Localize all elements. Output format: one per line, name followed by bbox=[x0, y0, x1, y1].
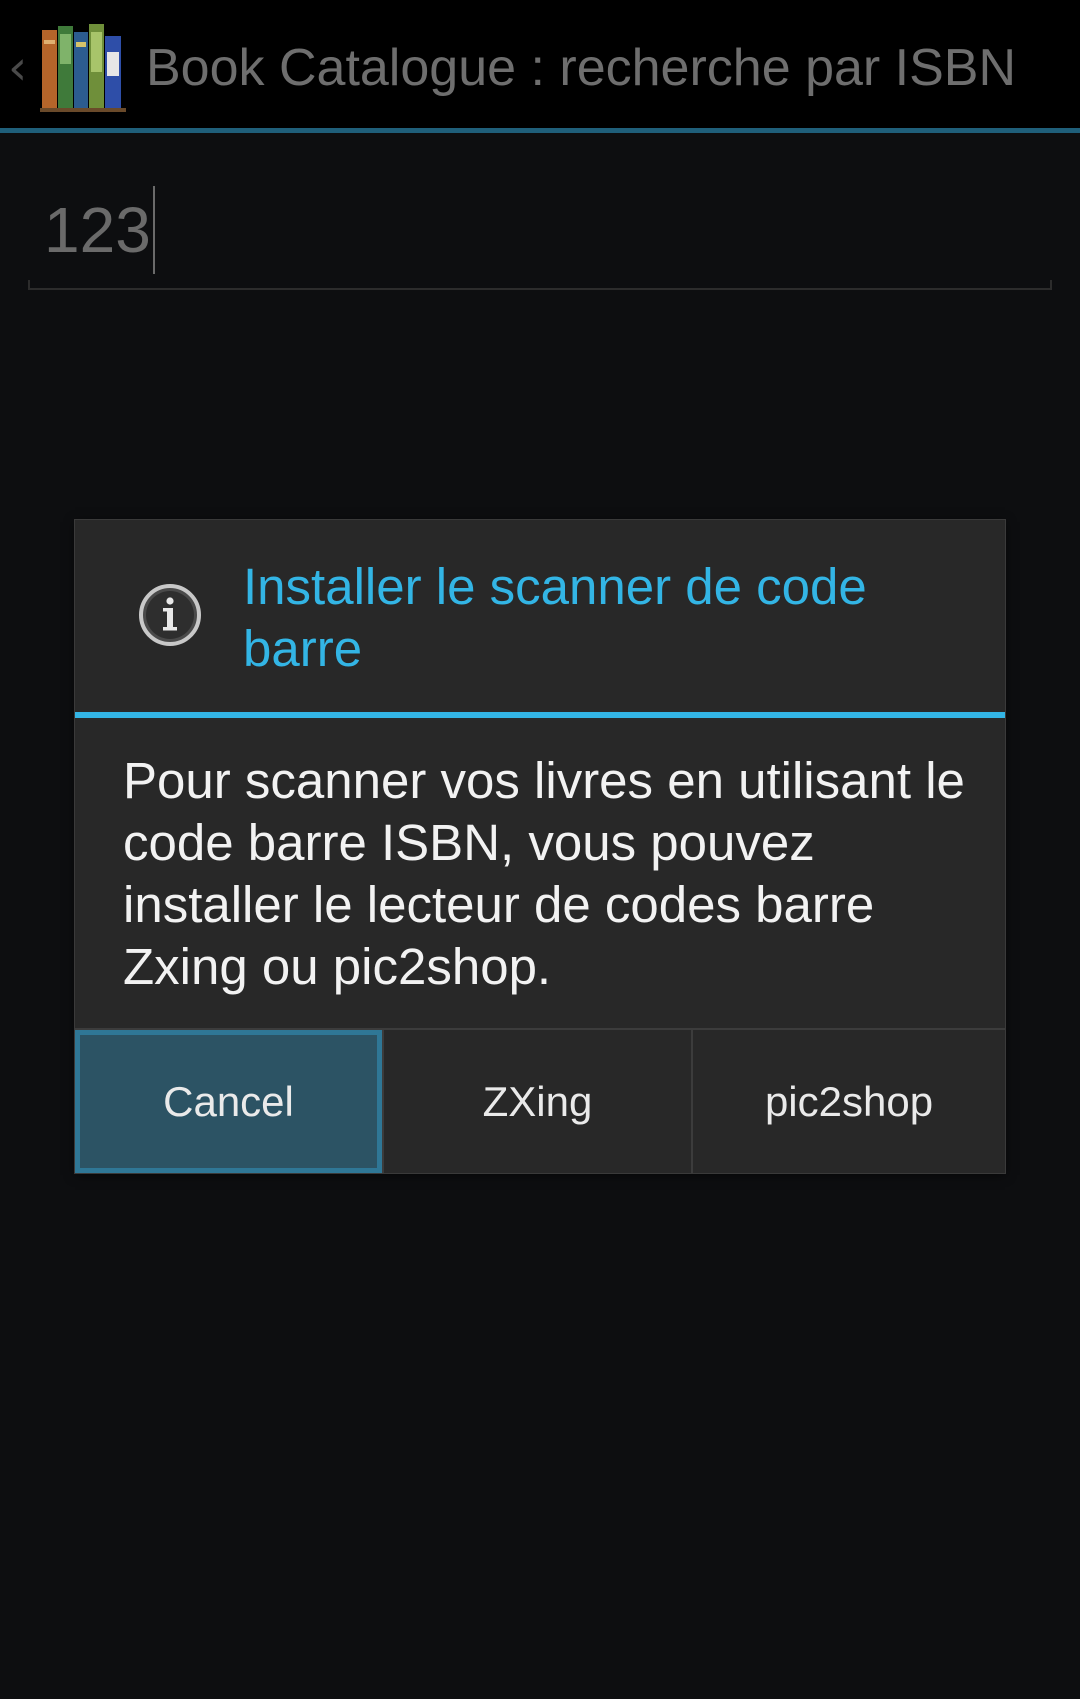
dialog-button-row: Cancel ZXing pic2shop bbox=[75, 1028, 1005, 1173]
isbn-input-value: 123 bbox=[44, 186, 155, 274]
cancel-button[interactable]: Cancel bbox=[75, 1030, 382, 1173]
book-catalogue-app-icon[interactable] bbox=[40, 22, 126, 112]
install-scanner-dialog: Installer le scanner de code barre Pour … bbox=[74, 519, 1006, 1174]
action-bar-title: Book Catalogue : recherche par ISBN bbox=[146, 39, 1017, 97]
back-caret-icon[interactable]: ‹ bbox=[8, 38, 38, 98]
pic2shop-button[interactable]: pic2shop bbox=[691, 1030, 1005, 1173]
action-bar: ‹ Book Catalogue : recherche par ISBN bbox=[0, 0, 1080, 133]
info-icon bbox=[139, 584, 201, 646]
dialog-title-divider bbox=[75, 712, 1005, 718]
dialog-message: Pour scanner vos livres en utilisant le … bbox=[123, 752, 965, 995]
zxing-button[interactable]: ZXing bbox=[382, 1030, 691, 1173]
dialog-title: Installer le scanner de code barre bbox=[243, 558, 867, 677]
isbn-input[interactable]: 123 bbox=[28, 178, 1052, 290]
isbn-input-text: 123 bbox=[44, 194, 151, 266]
dialog-header: Installer le scanner de code barre bbox=[75, 520, 1005, 714]
screen: ‹ Book Catalogue : recherche par ISBN 12… bbox=[0, 0, 1080, 1699]
text-cursor bbox=[152, 186, 155, 274]
